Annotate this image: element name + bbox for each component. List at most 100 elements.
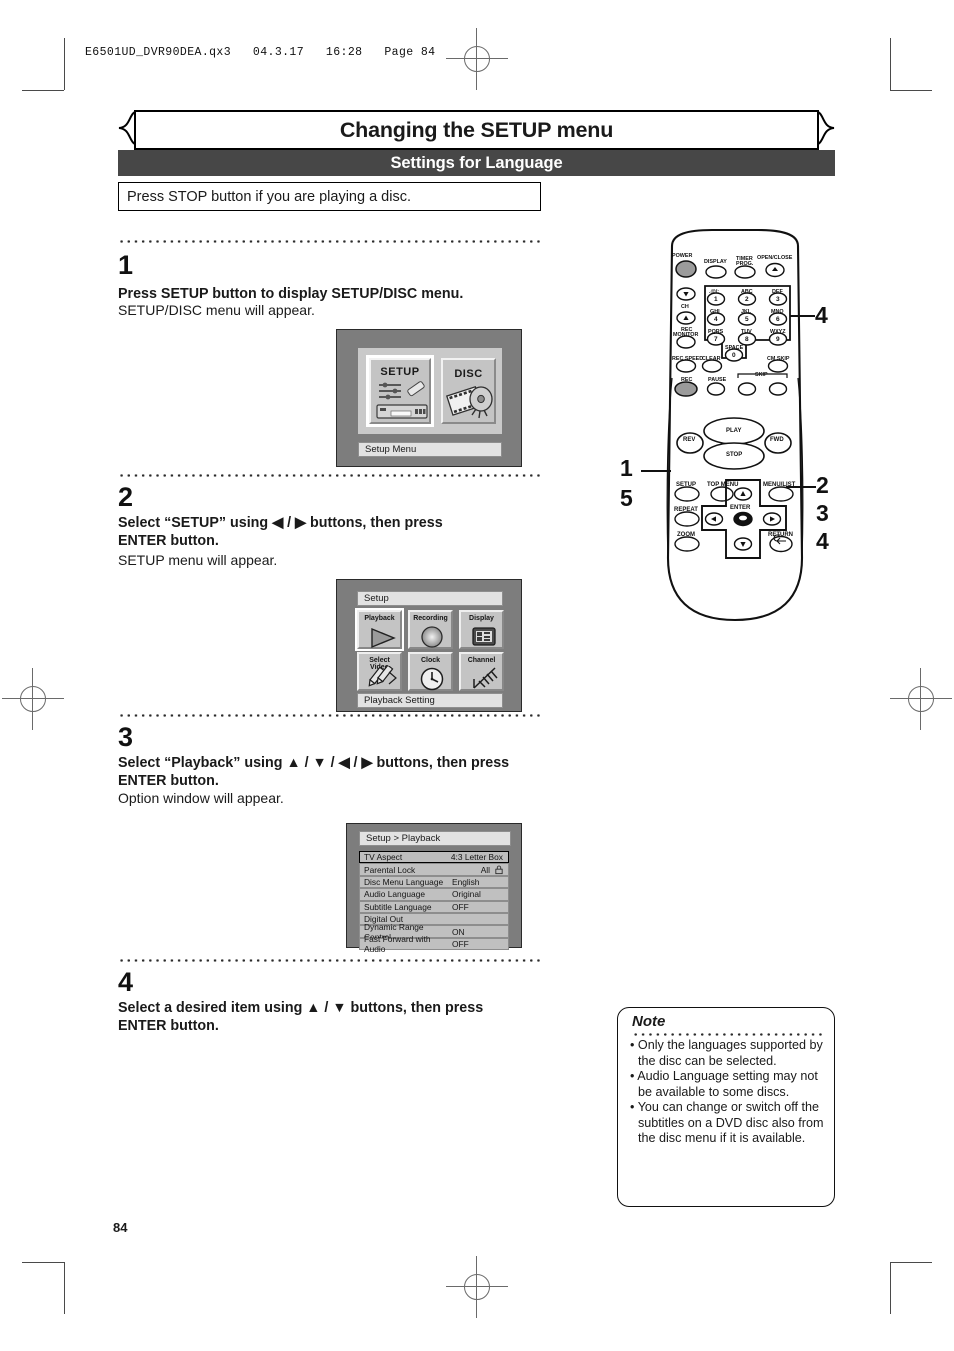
tile-setup[interactable]: SETUP bbox=[366, 355, 434, 427]
crop-mark-tr-h bbox=[890, 90, 932, 92]
pencils-icon bbox=[368, 666, 397, 687]
crop-mark-br-h bbox=[890, 1262, 932, 1264]
clock-icon bbox=[420, 667, 444, 691]
step-divider-2 bbox=[118, 474, 541, 477]
screen-setup-menu-title-text: Setup bbox=[364, 593, 389, 604]
display-monitor-icon bbox=[472, 627, 496, 646]
precaution-text: Press STOP button if you are playing a d… bbox=[127, 188, 411, 205]
screen-setup-menu: Setup Playback Recording Display Select … bbox=[336, 579, 522, 712]
callout-leader-dpad bbox=[786, 486, 816, 488]
screen-setup-disc: SETUP DISC Setup Menu bbox=[336, 329, 522, 467]
registration-mark-left bbox=[2, 668, 64, 730]
setting-row-subtitle-language[interactable]: Subtitle Language OFF bbox=[359, 900, 509, 913]
file-header-text: E6501UD_DVR90DEA.qx3 04.3.17 16:28 Page … bbox=[85, 46, 436, 59]
step-divider-3 bbox=[118, 714, 541, 717]
note-divider bbox=[632, 1033, 822, 1036]
setting-value: 4:3 Letter Box bbox=[450, 852, 503, 863]
screen-playback-settings: Setup > Playback TV Aspect 4:3 Letter Bo… bbox=[346, 823, 522, 954]
keypad-digit-2[interactable]: 2 bbox=[745, 296, 749, 303]
note-item: You can change or switch off the subtitl… bbox=[630, 1100, 824, 1147]
tile-display-label: Display bbox=[469, 615, 494, 622]
tile-channel[interactable]: Channel bbox=[459, 652, 504, 691]
setting-row-fast-forward-with-audio[interactable]: Fast Forward with Audio OFF bbox=[359, 934, 509, 954]
registration-mark-right bbox=[890, 668, 952, 730]
callout-leader-keypad bbox=[790, 315, 815, 317]
page-title: Changing the SETUP menu bbox=[339, 117, 614, 142]
tile-playback-label: Playback bbox=[364, 615, 395, 622]
screen-playback-title-text: Setup > Playback bbox=[366, 833, 441, 844]
tile-playback[interactable]: Playback bbox=[355, 608, 404, 651]
step-heading-3-line1: Select “Playback” using ▲ / ▼ / ◀ / ▶ bu… bbox=[118, 755, 510, 771]
setting-value: ON bbox=[452, 926, 465, 937]
setting-label: Audio Language bbox=[364, 889, 426, 900]
record-circle-icon bbox=[421, 626, 443, 648]
setup-equalizer-icon bbox=[376, 381, 428, 419]
step-subtext-3: Option window will appear. bbox=[118, 790, 284, 806]
keypad-digit-5[interactable]: 5 bbox=[745, 316, 749, 323]
tile-select-video[interactable]: Select Video bbox=[357, 652, 402, 691]
keypad-digit-8[interactable]: 8 bbox=[745, 336, 749, 343]
section-subtitle-bar: Settings for Language bbox=[118, 150, 835, 176]
step-subtext-2: SETUP menu will appear. bbox=[118, 552, 278, 568]
callout-leader-setup bbox=[641, 470, 671, 472]
tile-clock-label: Clock bbox=[420, 657, 441, 664]
play-triangle-icon bbox=[371, 627, 396, 649]
keypad-digit-7[interactable]: 7 bbox=[714, 336, 718, 343]
tile-disc[interactable]: DISC bbox=[441, 358, 496, 424]
keypad-digit-1[interactable]: 1 bbox=[714, 296, 718, 303]
disc-film-icon bbox=[445, 385, 493, 419]
tile-clock[interactable]: Clock bbox=[408, 652, 453, 691]
note-title: Note bbox=[632, 1013, 666, 1030]
callout-dpad-3: 3 bbox=[816, 500, 829, 526]
step-number-4: 4 bbox=[118, 967, 134, 997]
screen-setup-disc-status-text: Setup Menu bbox=[365, 444, 417, 455]
step-heading-2-line2: ENTER button. bbox=[118, 533, 219, 549]
setting-value: Original bbox=[452, 889, 481, 900]
precaution-box: Press STOP button if you are playing a d… bbox=[118, 182, 541, 211]
step-number-1: 1 bbox=[118, 250, 134, 280]
keypad-digit-4[interactable]: 4 bbox=[714, 316, 718, 323]
section-subtitle: Settings for Language bbox=[390, 153, 563, 172]
keypad-digit-9[interactable]: 9 bbox=[776, 336, 780, 343]
keypad-digit-3[interactable]: 3 bbox=[776, 296, 780, 303]
screen-setup-menu-status-text: Playback Setting bbox=[364, 695, 435, 706]
crop-mark-tr-v bbox=[890, 38, 892, 90]
step-number-3: 3 bbox=[118, 722, 134, 752]
setting-row-tv-aspect[interactable]: TV Aspect 4:3 Letter Box bbox=[359, 851, 509, 864]
note-item: Only the languages supported by the disc… bbox=[630, 1038, 824, 1069]
registration-mark-bottom bbox=[446, 1256, 508, 1318]
keypad-digit-0[interactable]: 0 bbox=[732, 352, 736, 359]
screen-playback-title: Setup > Playback bbox=[359, 831, 511, 846]
setting-label: TV Aspect bbox=[364, 852, 403, 863]
setting-label: Disc Menu Language bbox=[364, 876, 444, 887]
callout-setup-1: 1 bbox=[620, 455, 633, 481]
crop-mark-tl-v bbox=[64, 38, 66, 90]
callout-dpad-2: 2 bbox=[816, 472, 829, 498]
setting-row-parental-lock[interactable]: Parental Lock All bbox=[359, 863, 509, 876]
step-heading-1: Press SETUP button to display SETUP/DISC… bbox=[118, 286, 464, 302]
setting-label: Parental Lock bbox=[364, 864, 416, 875]
page-title-box: Changing the SETUP menu bbox=[134, 110, 819, 150]
setting-value: OFF bbox=[452, 938, 469, 949]
page-title-banner: Changing the SETUP menu bbox=[118, 110, 835, 150]
lock-icon bbox=[495, 866, 503, 875]
screen-setup-menu-title: Setup bbox=[357, 591, 503, 606]
setting-label: Subtitle Language bbox=[364, 901, 432, 912]
screen-setup-menu-status: Playback Setting bbox=[357, 693, 503, 708]
tile-display[interactable]: Display bbox=[459, 610, 504, 649]
tile-recording[interactable]: Recording bbox=[408, 610, 453, 649]
keypad-digit-6[interactable]: 6 bbox=[776, 316, 780, 323]
remote-control-diagram: POWER DISPLAY TIMER PROG. OPEN/CLOSE CH … bbox=[650, 228, 820, 632]
step-heading-3-line2: ENTER button. bbox=[118, 773, 219, 789]
tile-recording-label: Recording bbox=[413, 615, 448, 622]
setting-value: OFF bbox=[452, 901, 469, 912]
setting-row-audio-language[interactable]: Audio Language Original bbox=[359, 888, 509, 901]
callout-keypad: 4 bbox=[815, 302, 828, 328]
callout-setup-5: 5 bbox=[620, 485, 633, 511]
setting-row-disc-menu-language[interactable]: Disc Menu Language English bbox=[359, 875, 509, 889]
tile-setup-label: SETUP bbox=[380, 366, 420, 378]
crop-mark-bl-h bbox=[22, 1262, 64, 1264]
step-divider-4 bbox=[118, 959, 541, 962]
crop-mark-bl-v bbox=[64, 1262, 66, 1314]
step-heading-2-line1: Select “SETUP” using ◀ / ▶ buttons, then… bbox=[118, 515, 443, 531]
